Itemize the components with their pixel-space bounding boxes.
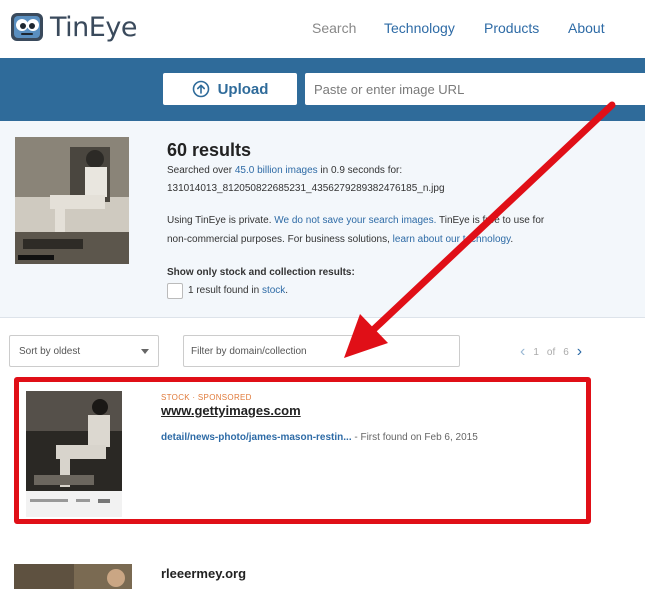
site-header: TinEye Search Technology Products About — [0, 0, 645, 58]
chevron-left-icon[interactable]: ‹ — [520, 343, 525, 361]
privacy-note: Using TinEye is private. We do not save … — [167, 215, 544, 226]
result-thumbnail[interactable] — [26, 391, 122, 517]
result-domain-link[interactable]: rleeermey.org — [161, 566, 246, 581]
robot-logo-icon — [11, 13, 43, 41]
query-filename: 131014013_812050822685231_43562792893824… — [167, 183, 445, 194]
chevron-right-icon[interactable]: › — [577, 343, 582, 361]
tineye-logo[interactable]: TinEye — [10, 10, 137, 44]
upload-button-label: Upload — [217, 80, 269, 98]
technology-link[interactable]: learn about our technology — [393, 234, 511, 245]
upload-button[interactable]: Upload — [163, 73, 297, 105]
stock-filter-checkbox[interactable] — [167, 283, 183, 299]
result-details: detail/news-photo/james-mason-restin... … — [161, 432, 478, 443]
privacy-prefix: Using TinEye is private. — [167, 215, 275, 226]
brand-name: TinEye — [50, 11, 137, 43]
image-url-input[interactable] — [305, 73, 645, 105]
business-suffix: . — [510, 234, 514, 245]
result-count: 60 results — [167, 140, 252, 160]
results-summary: 60 results Searched over 45.0 billion im… — [0, 121, 645, 318]
result-thumbnail[interactable] — [14, 564, 132, 589]
stock-link[interactable]: stock — [262, 285, 285, 296]
result-item: STOCK · SPONSORED www.gettyimages.com de… — [0, 378, 645, 518]
images-count-link[interactable]: 45.0 billion images — [235, 165, 318, 176]
nav-technology[interactable]: Technology — [384, 20, 455, 36]
business-note: non-commercial purposes. For business so… — [167, 234, 513, 245]
domain-filter-input[interactable] — [183, 335, 460, 367]
searched-suffix: in 0.9 seconds for: — [317, 165, 403, 176]
searched-stats: Searched over 45.0 billion images in 0.9… — [167, 165, 402, 176]
first-found-date: - First found on Feb 6, 2015 — [351, 432, 478, 443]
stock-filter-title: Show only stock and collection results: — [167, 267, 355, 278]
privacy-suffix: TinEye is free to use for — [436, 215, 545, 226]
query-image-thumbnail — [15, 137, 129, 264]
page-of: of — [546, 346, 556, 358]
sort-dropdown-value: Sort by oldest — [19, 345, 81, 357]
searched-prefix: Searched over — [167, 165, 235, 176]
business-prefix: non-commercial purposes. For business so… — [167, 234, 393, 245]
sort-dropdown[interactable]: Sort by oldest — [9, 335, 159, 367]
nav-products[interactable]: Products — [484, 20, 539, 36]
stock-prefix: 1 result found in — [188, 285, 262, 296]
page-total: 6 — [563, 346, 569, 358]
caret-down-icon — [141, 349, 149, 354]
result-domain-link[interactable]: www.gettyimages.com — [161, 403, 301, 418]
sponsored-tag: STOCK · SPONSORED — [161, 393, 252, 402]
privacy-link[interactable]: We do not save your search images. — [274, 215, 436, 226]
stock-filter-label: 1 result found in stock. — [188, 285, 288, 296]
upload-bar: Upload — [0, 58, 645, 121]
pagination: ‹ 1 of 6 › — [516, 343, 586, 361]
page-current: 1 — [533, 346, 539, 358]
upload-arrow-icon — [192, 80, 209, 98]
result-path-link[interactable]: detail/news-photo/james-mason-restin... — [161, 432, 352, 443]
nav-about[interactable]: About — [568, 20, 605, 36]
stock-suffix: . — [285, 285, 289, 296]
nav-search[interactable]: Search — [312, 20, 356, 36]
